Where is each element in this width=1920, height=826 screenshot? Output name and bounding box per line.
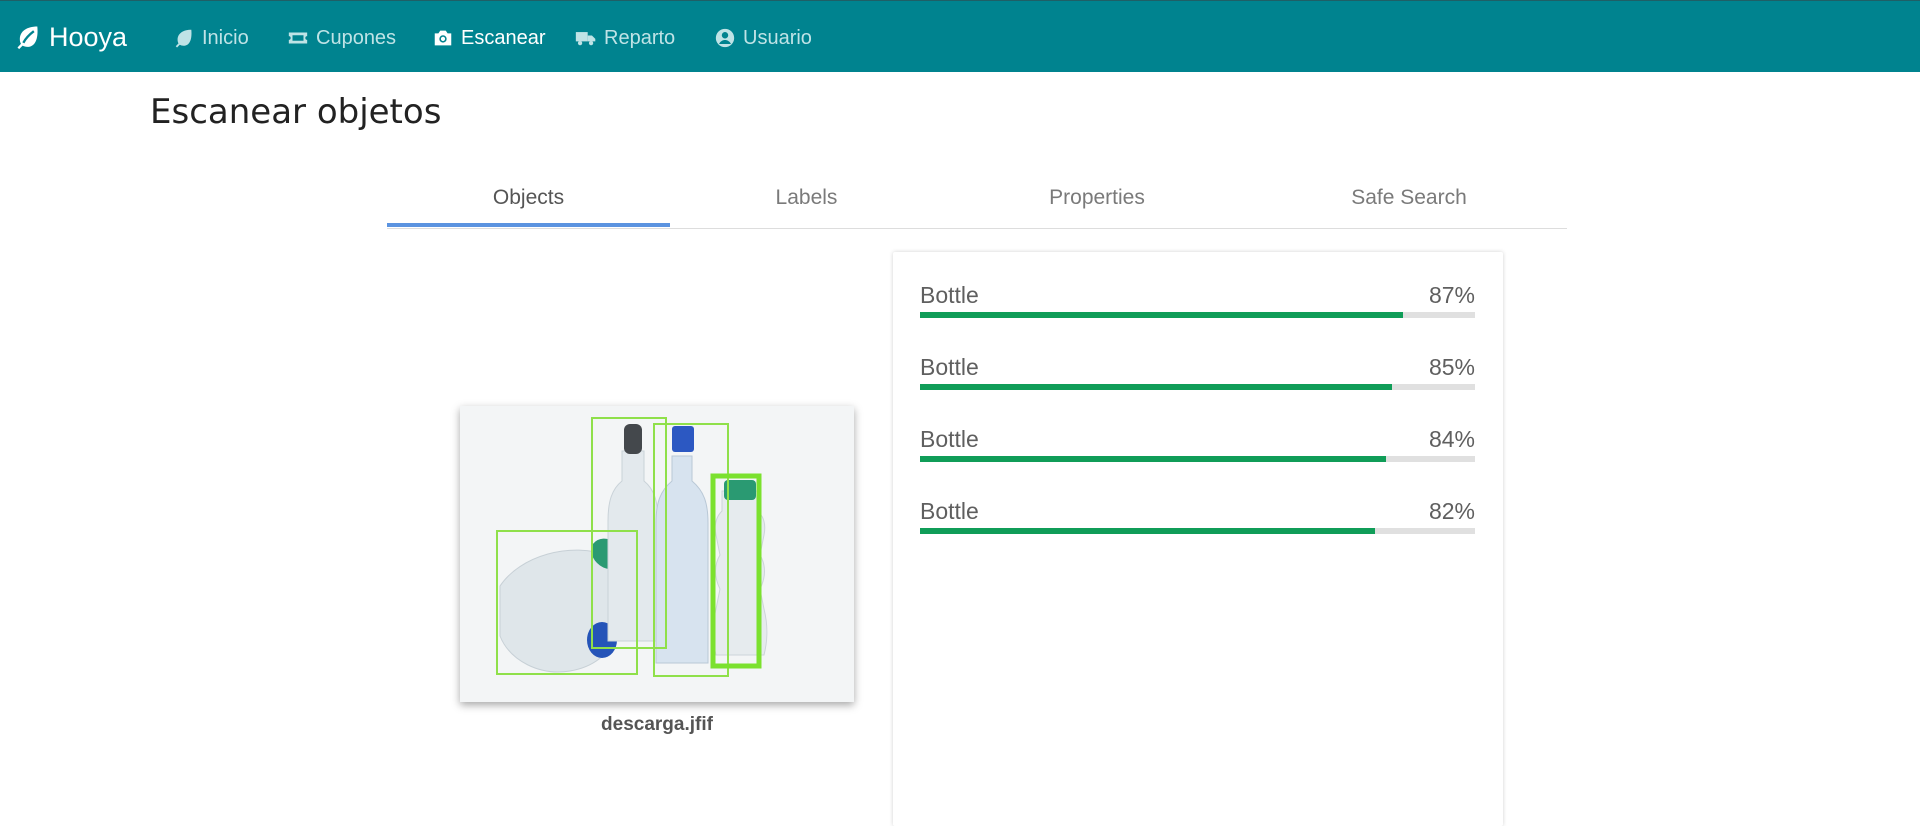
result-percent: 87%: [1428, 282, 1475, 308]
results-card: Bottle 87% Bottle 85% Bottle 84% Bottle …: [893, 252, 1503, 826]
nav-item-usuario[interactable]: Usuario: [713, 23, 812, 53]
nav-item-label: Escanear: [461, 26, 546, 49]
nav-item-label: Inicio: [202, 26, 249, 49]
nav-item-label: Usuario: [743, 26, 812, 49]
nav-item-inicio[interactable]: Inicio: [172, 23, 249, 53]
tab-safe-search[interactable]: Safe Search: [1251, 168, 1567, 227]
result-row: Bottle 82%: [920, 498, 1475, 538]
result-percent: 85%: [1428, 354, 1475, 380]
nav-item-cupones[interactable]: Cupones: [286, 23, 396, 53]
active-tab-indicator: [387, 223, 670, 227]
brand-name: Hooya: [49, 21, 128, 52]
confidence-bar-fill: [920, 456, 1387, 462]
result-percent: 84%: [1428, 426, 1475, 452]
leaf-icon: [17, 26, 38, 50]
result-name: Bottle: [920, 282, 979, 308]
result-row: Bottle 87%: [920, 282, 1475, 322]
tab-label: Properties: [1049, 185, 1145, 209]
leaf-icon: [172, 27, 196, 49]
nav-item-reparto[interactable]: Reparto: [574, 23, 675, 53]
result-name: Bottle: [920, 354, 979, 380]
result-row: Bottle 84%: [920, 426, 1475, 466]
confidence-bar: [920, 528, 1475, 534]
tab-label: Safe Search: [1351, 185, 1467, 209]
result-percent: 82%: [1428, 498, 1475, 524]
result-name: Bottle: [920, 426, 979, 452]
tab-objects[interactable]: Objects: [387, 168, 670, 227]
confidence-bar-fill: [920, 312, 1403, 318]
result-tabs: Objects Labels Properties Safe Search: [387, 168, 1567, 229]
tab-properties[interactable]: Properties: [943, 168, 1251, 227]
nav-item-label: Cupones: [316, 26, 397, 49]
brand-logo[interactable]: Hooya: [14, 19, 127, 55]
tab-label: Objects: [492, 185, 565, 209]
tab-label: Labels: [775, 185, 838, 209]
confidence-bar: [920, 384, 1475, 390]
result-name: Bottle: [920, 498, 979, 524]
nav-item-label: Reparto: [604, 26, 676, 49]
image-filename: descarga.jfif: [601, 714, 713, 735]
camera-icon: [431, 27, 455, 49]
top-navbar: Hooya Inicio Cupones Escanear Reparto Us…: [0, 0, 1920, 72]
truck-icon: [574, 27, 598, 49]
confidence-bar-fill: [920, 528, 1376, 534]
confidence-bar-fill: [920, 384, 1392, 390]
page-title: Escanear objetos: [150, 92, 442, 132]
confidence-bar: [920, 312, 1475, 318]
ticket-icon: [286, 27, 310, 49]
user-circle-icon: [713, 27, 737, 49]
scanned-image: [460, 406, 854, 702]
tab-labels[interactable]: Labels: [670, 168, 943, 227]
result-row: Bottle 85%: [920, 354, 1475, 394]
nav-item-escanear[interactable]: Escanear: [431, 23, 546, 53]
confidence-bar: [920, 456, 1475, 462]
